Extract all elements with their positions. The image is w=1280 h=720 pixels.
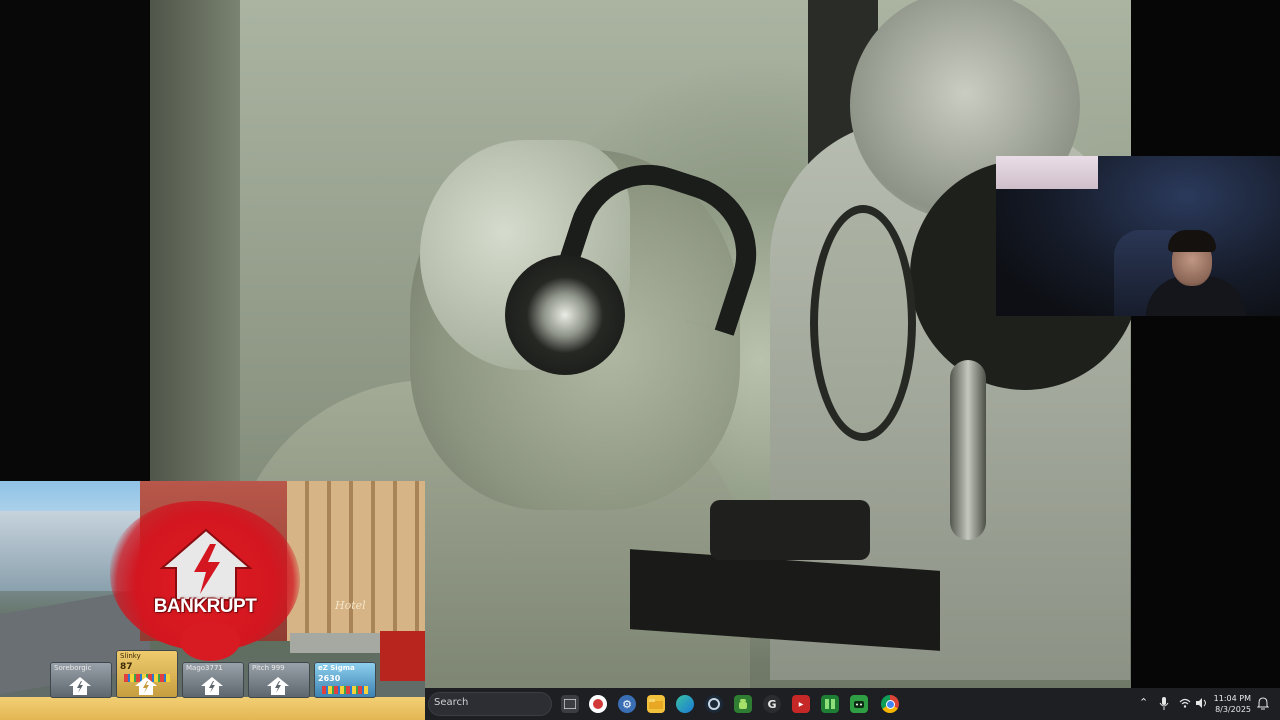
game-overlay: Hotel BANKRUPT Soreborgic Slinky 87 Mago… <box>0 481 425 720</box>
studio-microphone <box>950 360 986 540</box>
wifi-icon[interactable] <box>1179 698 1191 708</box>
taskbar: Search ⚙ G ▶ ⌃ 11:04 PM 8/3/2025 <box>425 688 1280 720</box>
system-clock[interactable]: 11:04 PM 8/3/2025 <box>1209 693 1251 715</box>
webcam-window-background <box>996 156 1098 189</box>
green-app-icon[interactable] <box>850 695 868 713</box>
player-score: 2630 <box>318 674 341 683</box>
bankrupt-house-icon <box>160 528 252 601</box>
player-name: Soreborgic <box>54 664 92 672</box>
edge-browser-icon[interactable] <box>676 695 694 713</box>
chromium-app-icon[interactable] <box>589 695 607 713</box>
hotel-sign: Hotel <box>335 599 366 612</box>
house-icon <box>69 677 91 695</box>
pop-filter <box>810 205 916 441</box>
search-label: Search <box>434 697 469 708</box>
player-card: Pitch 999 <box>248 662 310 698</box>
file-explorer-icon[interactable] <box>647 695 665 713</box>
player-name: Pitch 999 <box>252 664 285 672</box>
microphone-icon[interactable] <box>1159 697 1169 711</box>
bankrupt-splash-drip <box>180 621 240 661</box>
player-name: Slinky <box>120 652 141 660</box>
settings-gear-icon[interactable]: ⚙ <box>618 695 636 713</box>
spreadsheet-icon[interactable] <box>821 695 839 713</box>
clock-time: 11:04 PM <box>1213 694 1251 703</box>
letterbox-right <box>1131 0 1280 688</box>
hotel-building <box>287 481 425 641</box>
player-card: Soreborgic <box>50 662 112 698</box>
chevron-up-icon[interactable]: ⌃ <box>1139 696 1148 709</box>
gold-bar <box>0 697 425 720</box>
webcam-overlay <box>996 156 1280 316</box>
player-card-active: Slinky 87 <box>116 650 178 698</box>
house-icon <box>135 677 157 695</box>
notifications-icon[interactable] <box>1257 697 1269 710</box>
chrome-browser-icon[interactable] <box>881 695 899 713</box>
audio-device <box>710 500 870 560</box>
android-app-icon[interactable] <box>734 695 752 713</box>
video-editor-icon[interactable]: ▶ <box>792 695 810 713</box>
streamer-hair <box>1168 230 1216 252</box>
house-icon <box>201 677 223 695</box>
player-card: Mago3771 <box>182 662 244 698</box>
bankrupt-banner: BANKRUPT <box>153 596 257 617</box>
red-structure <box>380 631 425 681</box>
player-score: 87 <box>120 662 133 672</box>
g-app-icon[interactable]: G <box>763 695 781 713</box>
volume-icon[interactable] <box>1196 698 1208 708</box>
player-card-highlight: eZ Sigma 2630 <box>314 662 376 698</box>
house-icon <box>267 677 289 695</box>
steam-icon[interactable] <box>705 695 723 713</box>
player-name: eZ Sigma <box>318 664 355 672</box>
taskbar-search[interactable]: Search <box>428 692 552 716</box>
player-name: Mago3771 <box>186 664 223 672</box>
headphones-cup <box>505 255 625 375</box>
task-view-icon[interactable] <box>561 695 579 713</box>
property-indicators <box>322 686 368 694</box>
clock-date: 8/3/2025 <box>1215 705 1251 714</box>
